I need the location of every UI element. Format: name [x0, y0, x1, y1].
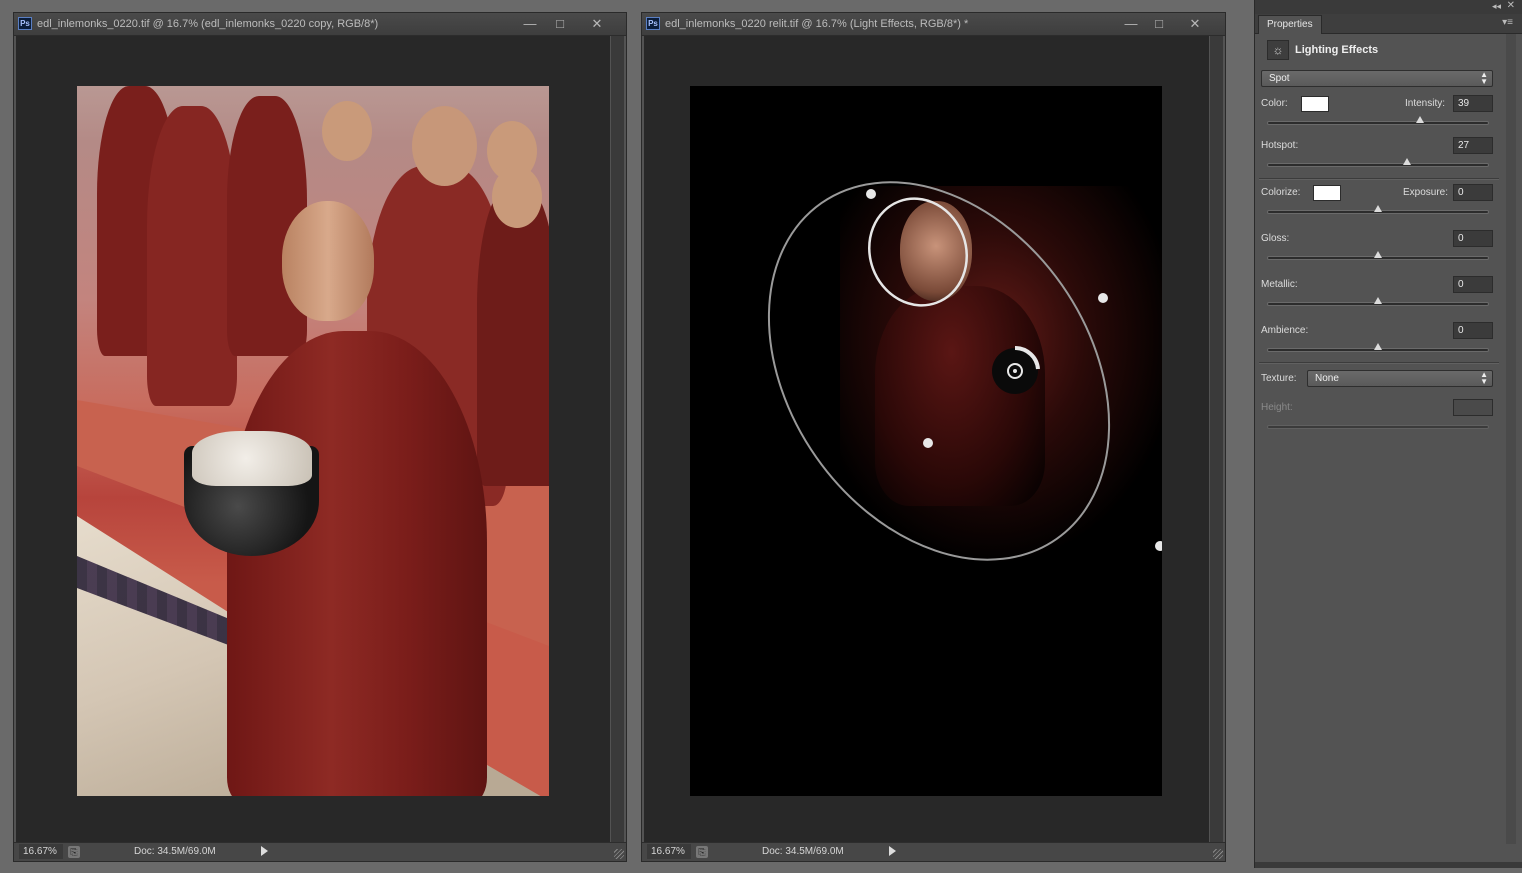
- divider: [1259, 178, 1499, 180]
- monk-head: [282, 201, 374, 321]
- ambience-slider-thumb[interactable]: [1374, 343, 1382, 350]
- metallic-slider[interactable]: [1267, 297, 1489, 306]
- exposure-label: Exposure:: [1403, 187, 1449, 198]
- document-window-original[interactable]: Ps edl_inlemonks_0220.tif @ 16.7% (edl_i…: [13, 12, 627, 862]
- intensity-input[interactable]: 39: [1453, 95, 1493, 112]
- vertical-scrollbar[interactable]: [611, 36, 624, 842]
- color-swatch[interactable]: [1301, 96, 1329, 112]
- status-bar: 16.67% ⎘ Doc: 34.5M/69.0M: [642, 842, 1225, 861]
- title-bar[interactable]: Ps edl_inlemonks_0220.tif @ 16.7% (edl_i…: [14, 13, 626, 36]
- ps-icon: Ps: [646, 17, 660, 30]
- colorize-label: Colorize:: [1261, 187, 1301, 198]
- metallic-input[interactable]: 0: [1453, 276, 1493, 293]
- background-monk: [477, 186, 549, 486]
- background-head: [492, 166, 542, 228]
- export-icon[interactable]: ⎘: [696, 846, 708, 858]
- handle-top[interactable]: [866, 189, 876, 199]
- title-bar[interactable]: Ps edl_inlemonks_0220 relit.tif @ 16.7% …: [642, 13, 1225, 36]
- status-bar: 16.67% ⎘ Doc: 34.5M/69.0M: [14, 842, 626, 861]
- resize-grip-icon[interactable]: [1213, 849, 1223, 859]
- vertical-scrollbar[interactable]: [1210, 36, 1223, 842]
- metallic-label: Metallic:: [1261, 279, 1298, 290]
- status-menu-arrow-icon[interactable]: [261, 846, 268, 856]
- light-type-value: Spot: [1269, 73, 1290, 84]
- monk-robe: [227, 331, 487, 796]
- handle-bottom[interactable]: [1155, 541, 1162, 551]
- texture-select[interactable]: None ▲ ▼: [1307, 370, 1493, 387]
- background-head: [412, 106, 477, 186]
- tab-properties[interactable]: Properties: [1258, 15, 1322, 34]
- texture-label: Texture:: [1261, 373, 1297, 384]
- texture-value: None: [1315, 373, 1339, 384]
- color-label: Color:: [1261, 98, 1288, 109]
- resize-grip-icon[interactable]: [614, 849, 624, 859]
- canvas-area[interactable]: [16, 36, 610, 842]
- spot-outer-ellipse[interactable]: [699, 117, 1162, 625]
- height-label: Height:: [1261, 402, 1293, 413]
- select-arrows-icon: ▲ ▼: [1480, 70, 1488, 86]
- export-icon[interactable]: ⎘: [68, 846, 80, 858]
- maximize-button[interactable]: □: [549, 15, 571, 32]
- light-center-dot: [1013, 369, 1017, 373]
- properties-panel: ◂◂ ✕ Properties ▾≡ ☼ Lighting Effects Sp…: [1254, 0, 1522, 868]
- background-monk: [147, 106, 237, 406]
- close-button[interactable]: ✕: [586, 15, 608, 32]
- close-icon[interactable]: ✕: [1507, 0, 1515, 11]
- height-slider: [1267, 425, 1489, 429]
- hotspot-ellipse[interactable]: [854, 185, 981, 319]
- metallic-slider-thumb[interactable]: [1374, 297, 1382, 304]
- exposure-input[interactable]: 0: [1453, 184, 1493, 201]
- maximize-button[interactable]: □: [1148, 15, 1170, 32]
- minimize-button[interactable]: —: [519, 15, 541, 32]
- collapse-icon[interactable]: ◂◂: [1492, 1, 1501, 12]
- document-window-relit[interactable]: Ps edl_inlemonks_0220 relit.tif @ 16.7% …: [641, 12, 1226, 862]
- photo-relit: [690, 86, 1162, 796]
- intensity-slider-thumb[interactable]: [1415, 116, 1424, 123]
- gloss-label: Gloss:: [1261, 233, 1290, 244]
- ps-icon: Ps: [18, 17, 32, 30]
- hotspot-label: Hotspot:: [1261, 140, 1299, 151]
- hotspot-slider-thumb[interactable]: [1402, 158, 1411, 165]
- panel-title: Lighting Effects: [1295, 44, 1379, 56]
- hotspot-slider[interactable]: [1267, 158, 1489, 167]
- exposure-slider-thumb[interactable]: [1374, 205, 1382, 212]
- exposure-slider[interactable]: [1267, 205, 1489, 214]
- panel-bottom-grip[interactable]: [1255, 862, 1522, 868]
- gloss-slider[interactable]: [1267, 251, 1489, 260]
- close-button[interactable]: ✕: [1184, 15, 1206, 32]
- select-arrows-icon: ▲ ▼: [1480, 370, 1488, 386]
- height-input: [1453, 399, 1493, 416]
- window-title: edl_inlemonks_0220 relit.tif @ 16.7% (Li…: [665, 18, 969, 30]
- hotspot-input[interactable]: 27: [1453, 137, 1493, 154]
- handle-right[interactable]: [1098, 293, 1108, 303]
- panel-menu-icon[interactable]: ▾≡: [1502, 17, 1513, 28]
- lighting-effects-icon: ☼: [1267, 40, 1289, 60]
- doc-size: Doc: 34.5M/69.0M: [134, 846, 216, 857]
- bowl-cloth: [192, 431, 312, 486]
- divider: [1259, 362, 1499, 364]
- status-menu-arrow-icon[interactable]: [889, 846, 896, 856]
- gloss-slider-thumb[interactable]: [1374, 251, 1382, 258]
- panel-header-strip: ◂◂ ✕: [1255, 0, 1522, 14]
- background-head: [322, 101, 372, 161]
- zoom-field[interactable]: 16.67%: [647, 844, 691, 859]
- light-gizmo[interactable]: [690, 86, 1162, 796]
- gloss-input[interactable]: 0: [1453, 230, 1493, 247]
- ambience-label: Ambience:: [1261, 325, 1309, 336]
- zoom-field[interactable]: 16.67%: [19, 844, 63, 859]
- intensity-label: Intensity:: [1405, 98, 1446, 109]
- handle-left[interactable]: [923, 438, 933, 448]
- panel-scrollbar[interactable]: [1506, 34, 1516, 844]
- panel-tabbar: Properties ▾≡: [1255, 14, 1522, 34]
- ambience-slider[interactable]: [1267, 343, 1489, 352]
- canvas-area[interactable]: [644, 36, 1209, 842]
- colorize-swatch[interactable]: [1313, 185, 1341, 201]
- light-type-select[interactable]: Spot ▲ ▼: [1261, 70, 1493, 87]
- window-title: edl_inlemonks_0220.tif @ 16.7% (edl_inle…: [37, 18, 379, 30]
- intensity-slider[interactable]: [1267, 116, 1489, 125]
- ambience-input[interactable]: 0: [1453, 322, 1493, 339]
- doc-size: Doc: 34.5M/69.0M: [762, 846, 844, 857]
- photo-original: [77, 86, 549, 796]
- minimize-button[interactable]: —: [1120, 15, 1142, 32]
